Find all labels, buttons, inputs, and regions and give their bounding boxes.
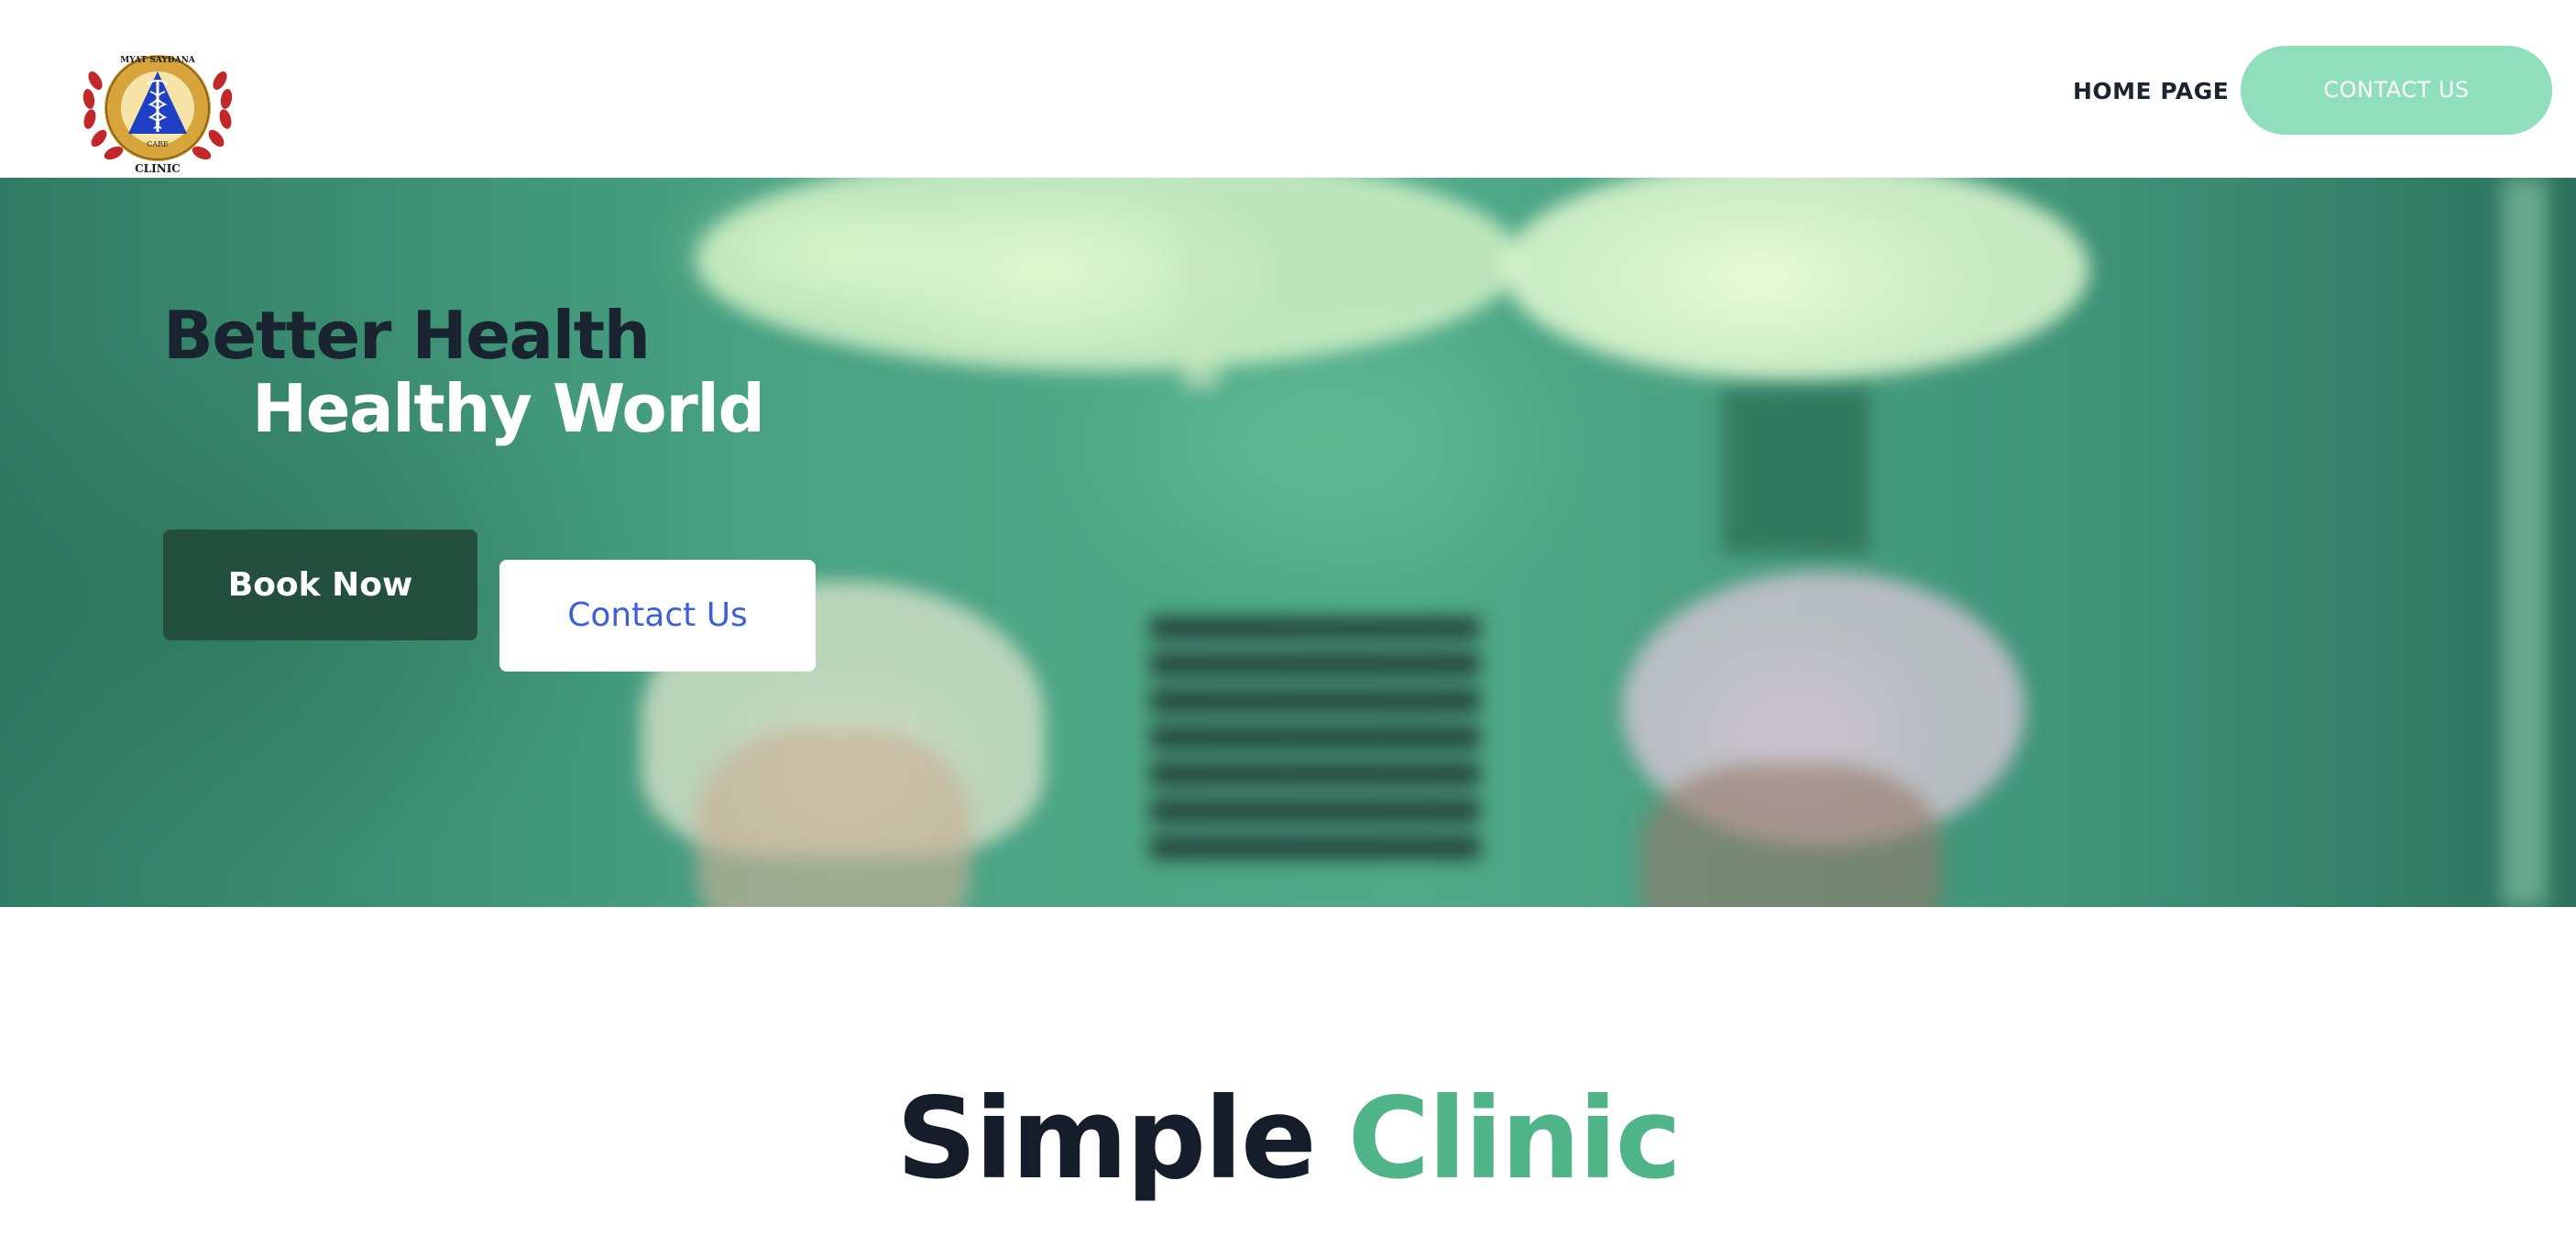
section-title-word-2: Clinic: [1347, 1074, 1682, 1204]
book-now-button[interactable]: Book Now: [163, 530, 477, 640]
hero-title-line-1: Better Health: [163, 297, 651, 374]
hero-banner: Better Health Healthy World Book Now Con…: [0, 178, 2576, 907]
nav-home-link[interactable]: HOME PAGE: [2073, 73, 2229, 110]
nav-contact-button[interactable]: CONTACT US: [2241, 46, 2552, 135]
svg-text:MYAT SAYDANA: MYAT SAYDANA: [120, 56, 196, 65]
section-title: Simple Clinic: [0, 1070, 2576, 1208]
svg-text:CARE: CARE: [147, 140, 169, 148]
section-title-word-1: Simple: [896, 1074, 1317, 1204]
surgeon-left-face: [696, 727, 971, 907]
wall-panel: [1723, 388, 1869, 553]
clinic-logo[interactable]: MYAT SAYDANA CARE CLINIC: [75, 44, 240, 177]
surgeon-right-face: [1640, 764, 1943, 907]
svg-text:CLINIC: CLINIC: [135, 162, 181, 175]
page: MYAT SAYDANA CARE CLINIC HOME PAGE CONTA…: [0, 0, 2576, 1246]
wall-monitor: [1150, 618, 1480, 865]
hero-title-line-2: Healthy World: [252, 370, 765, 447]
hero-contact-button[interactable]: Contact Us: [499, 560, 816, 672]
right-wall-pipe: [2502, 178, 2548, 907]
lamp-arm: [1182, 205, 1219, 388]
site-header: MYAT SAYDANA CARE CLINIC HOME PAGE CONTA…: [0, 0, 2576, 178]
clinic-seal-icon: MYAT SAYDANA CARE CLINIC: [82, 55, 233, 175]
